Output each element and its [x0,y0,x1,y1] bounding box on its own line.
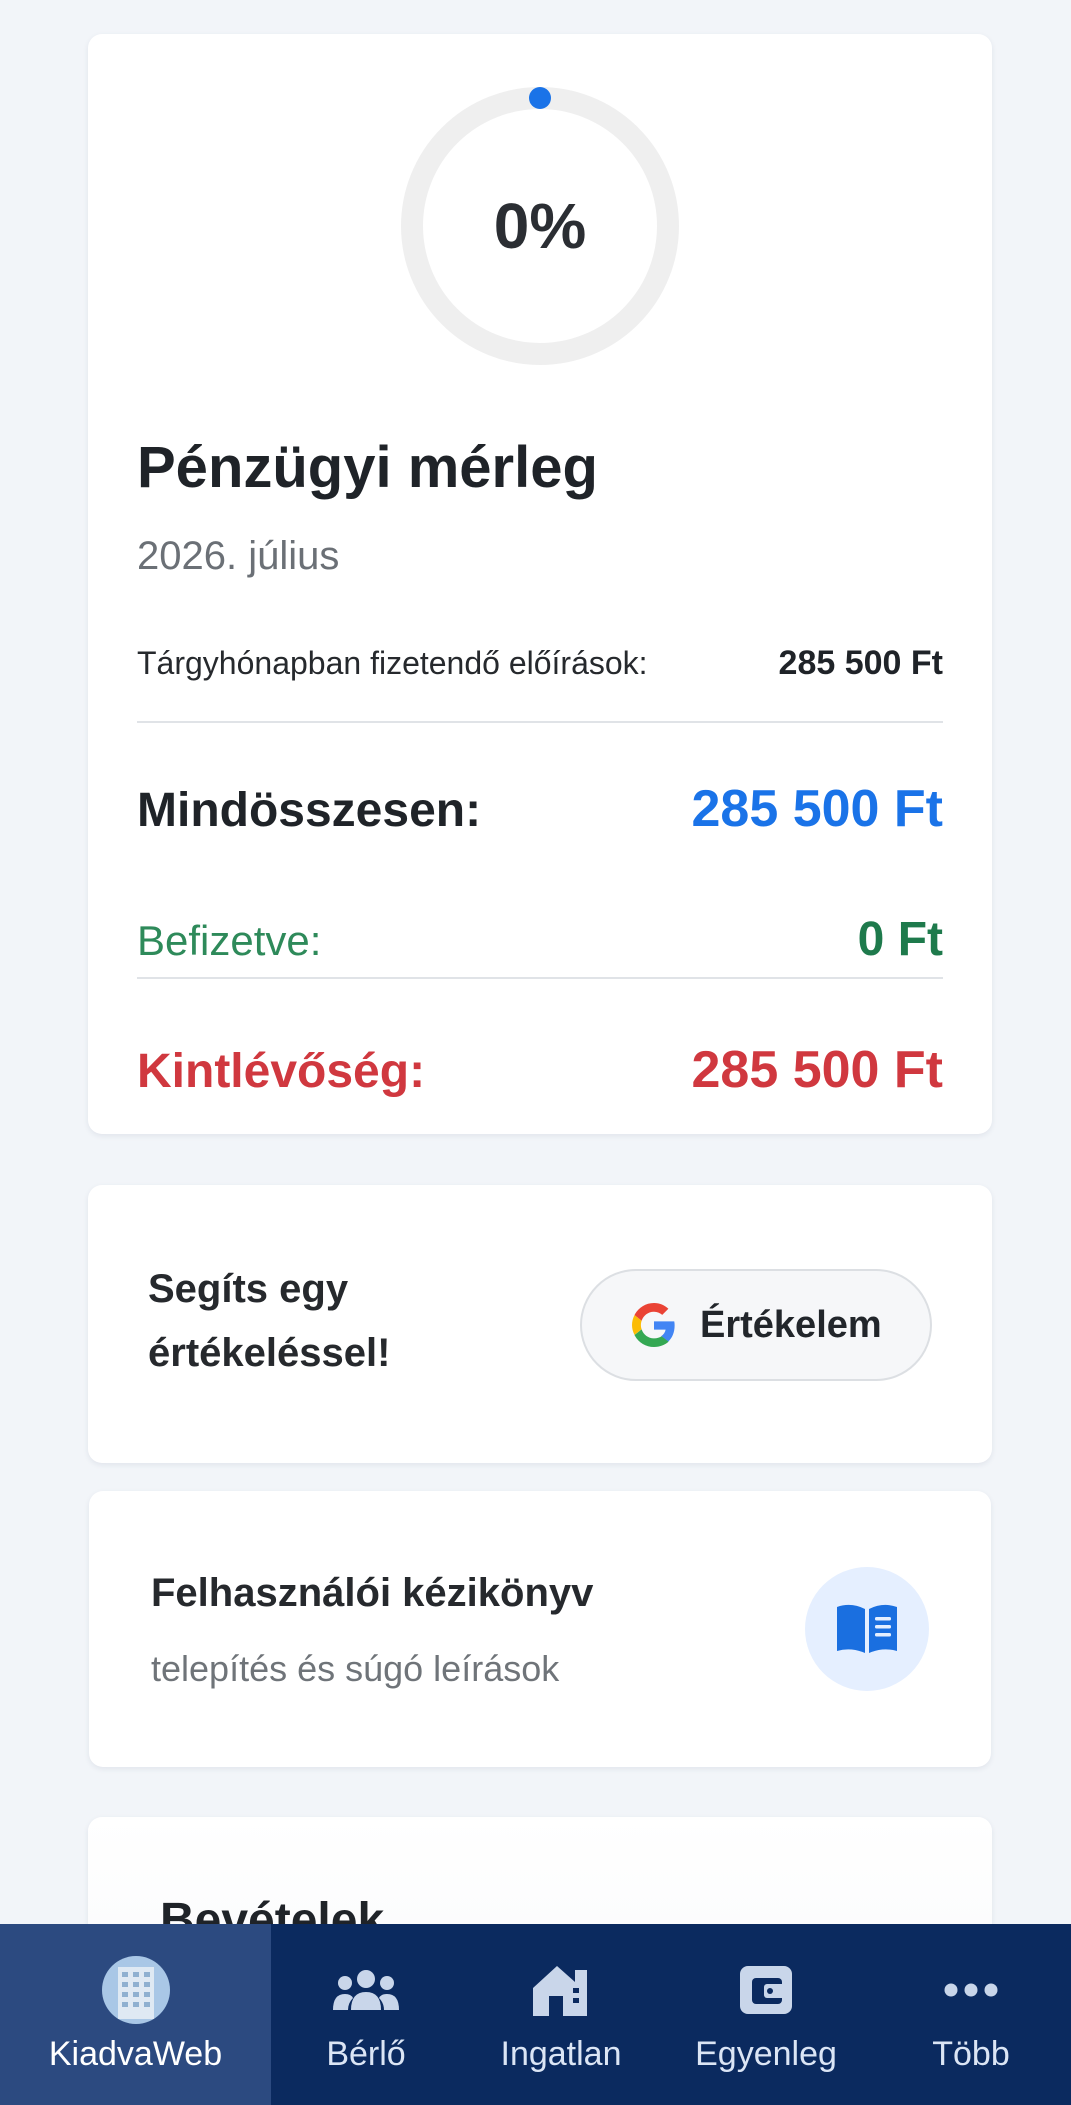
nav-item-berlo[interactable]: Bérlő [271,1924,461,2105]
total-row: Mindösszesen: 285 500 Ft [137,779,943,839]
divider [137,977,943,979]
bottom-nav: KiadvaWeb Bérlő Ingatlan Egyenleg Több [0,1924,1071,2105]
page-title: Pénzügyi mérleg [137,435,598,500]
manual-subtitle: telepítés és súgó leírások [151,1648,560,1689]
paid-row: Befizetve: 0 Ft [137,912,943,967]
period-label: 2026. július [137,534,340,578]
due-row: Tárgyhónapban fizetendő előírások: 285 5… [137,644,943,683]
manual-card[interactable]: Felhasználói kézikönyv telepítés és súgó… [89,1491,991,1767]
nav-item-egyenleg[interactable]: Egyenleg [661,1924,871,2105]
building-avatar-icon [101,1956,170,2024]
review-card: Segíts egy értékeléssel! Értékelem [88,1185,992,1463]
google-g-icon [632,1303,675,1347]
nav-label: Ingatlan [500,2035,622,2073]
manual-title: Felhasználói kézikönyv [151,1571,594,1615]
paid-value: 0 Ft [857,913,943,966]
progress-percent: 0% [493,190,587,262]
outstanding-row: Kintlévőség: 285 500 Ft [137,1040,943,1100]
more-dots-icon [944,1983,998,1997]
rate-button-label: Értékelem [700,1303,882,1346]
nav-item-kiadvaweb[interactable]: KiadvaWeb [0,1924,271,2105]
review-prompt: Segíts egy értékeléssel! [148,1267,391,1375]
house-icon [533,1966,587,2016]
outstanding-label: Kintlévőség: [137,1045,426,1098]
total-value: 285 500 Ft [691,780,944,838]
nav-item-tobb[interactable]: Több [871,1924,1071,2105]
manual-icon-button[interactable] [805,1567,929,1691]
total-label: Mindösszesen: [137,784,482,837]
due-value: 285 500 Ft [778,644,943,682]
app-screen: 0% Pénzügyi mérleg 2026. július Tárgyhón… [0,0,1071,2105]
wallet-icon [740,1966,792,2014]
rate-button[interactable]: Értékelem [580,1269,932,1381]
paid-label: Befizetve: [137,917,322,964]
due-label: Tárgyhónapban fizetendő előírások: [137,645,648,681]
nav-label: Bérlő [326,2035,406,2073]
nav-label: KiadvaWeb [48,2035,223,2073]
book-icon [837,1604,897,1653]
balance-card: 0% Pénzügyi mérleg 2026. július Tárgyhón… [88,34,992,1134]
nav-label: Több [932,2035,1010,2073]
outstanding-value: 285 500 Ft [691,1041,944,1099]
users-icon [333,1970,399,2010]
nav-label: Egyenleg [695,2035,837,2073]
nav-item-ingatlan[interactable]: Ingatlan [461,1924,661,2105]
divider [137,721,943,723]
